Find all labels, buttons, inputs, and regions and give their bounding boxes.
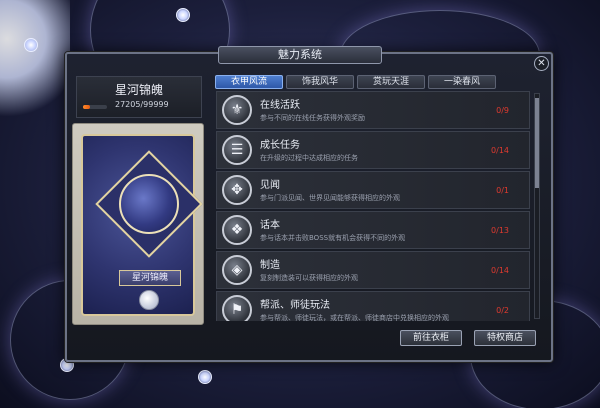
- charm-progress-text: 27205/99999: [115, 100, 169, 109]
- tab-dye[interactable]: 一染春风: [428, 75, 496, 89]
- soul-header: 星河锦魄 27205/99999: [76, 76, 202, 118]
- scroll-icon: ☰: [222, 135, 252, 165]
- soul-card: 星河锦魄: [72, 123, 204, 325]
- charm-progress-fill: [83, 105, 90, 109]
- task-title: 在线活跃: [260, 100, 300, 111]
- window-title: 魅力系统: [218, 46, 382, 64]
- list-scrollbar[interactable]: [534, 93, 540, 319]
- task-description: 参与话本并击败BOSS就有机会获得不同的外观: [260, 234, 406, 242]
- task-progress: 0/2: [496, 306, 509, 315]
- task-title: 制造: [260, 260, 280, 271]
- list-item[interactable]: ✥ 见闻 参与门派见闻、世界见闻能够获得相应的外观 0/1: [216, 171, 530, 209]
- task-description: 复刻制造装可以获得相应的外观: [260, 274, 358, 282]
- card-artwork: 星河锦魄: [81, 134, 203, 316]
- go-to-wardrobe-button[interactable]: 前往衣柜: [400, 330, 462, 346]
- privilege-shop-button[interactable]: 特权商店: [474, 330, 536, 346]
- tab-collectibles[interactable]: 赏玩天涯: [357, 75, 425, 89]
- task-title: 见闻: [260, 180, 280, 191]
- star-orb-decoration: [198, 370, 212, 384]
- list-item[interactable]: ⚜ 在线活跃 参与不同的在线任务获得外观奖励 0/9: [216, 91, 530, 129]
- card-label: 星河锦魄: [119, 270, 181, 286]
- tab-attire[interactable]: 衣甲风流: [215, 75, 283, 89]
- task-progress: 0/1: [496, 186, 509, 195]
- star-orb-decoration: [176, 8, 190, 22]
- book-icon: ❖: [222, 215, 252, 245]
- list-item[interactable]: ❖ 话本 参与话本并击败BOSS就有机会获得不同的外观 0/13: [216, 211, 530, 249]
- list-item[interactable]: ☰ 成长任务 在升级的过程中达成相应的任务 0/14: [216, 131, 530, 169]
- gem-icon: ◈: [222, 255, 252, 285]
- task-progress: 0/14: [491, 266, 509, 275]
- category-tabs: 衣甲风流 饰我风华 赏玩天涯 一染春风: [215, 75, 496, 89]
- task-progress: 0/13: [491, 226, 509, 235]
- task-description: 参与不同的在线任务获得外观奖励: [260, 114, 365, 122]
- task-title: 帮派、师徒玩法: [260, 300, 330, 311]
- task-progress: 0/9: [496, 106, 509, 115]
- scrollbar-thumb[interactable]: [535, 98, 539, 188]
- close-button[interactable]: ✕: [534, 56, 549, 71]
- star-orb-decoration: [24, 38, 38, 52]
- task-description: 参与帮派、师徒玩法，或在帮派、师徒商店中兑换相应的外观: [260, 314, 449, 321]
- task-title: 话本: [260, 220, 280, 231]
- charm-progress-bar: [83, 105, 107, 109]
- task-progress: 0/14: [491, 146, 509, 155]
- mask-icon: ⚜: [222, 95, 252, 125]
- list-item[interactable]: ◈ 制造 复刻制造装可以获得相应的外观 0/14: [216, 251, 530, 289]
- soul-name: 星河锦魄: [114, 83, 163, 97]
- crescent-moon-decoration: [0, 0, 70, 130]
- task-description: 参与门派见闻、世界见闻能够获得相应的外观: [260, 194, 400, 202]
- task-title: 成长任务: [260, 140, 300, 151]
- task-description: 在升级的过程中达成相应的任务: [260, 154, 358, 162]
- compass-icon: ✥: [222, 175, 252, 205]
- crescent-emblem-icon: [119, 174, 179, 234]
- list-item[interactable]: ⚑ 帮派、师徒玩法 参与帮派、师徒玩法，或在帮派、师徒商店中兑换相应的外观 0/…: [216, 291, 530, 321]
- pearl-button[interactable]: [139, 290, 159, 310]
- banner-icon: ⚑: [222, 295, 252, 321]
- tab-accessories[interactable]: 饰我风华: [286, 75, 354, 89]
- task-list: ⚜ 在线活跃 参与不同的在线任务获得外观奖励 0/9 ☰ 成长任务 在升级的过程…: [216, 91, 530, 321]
